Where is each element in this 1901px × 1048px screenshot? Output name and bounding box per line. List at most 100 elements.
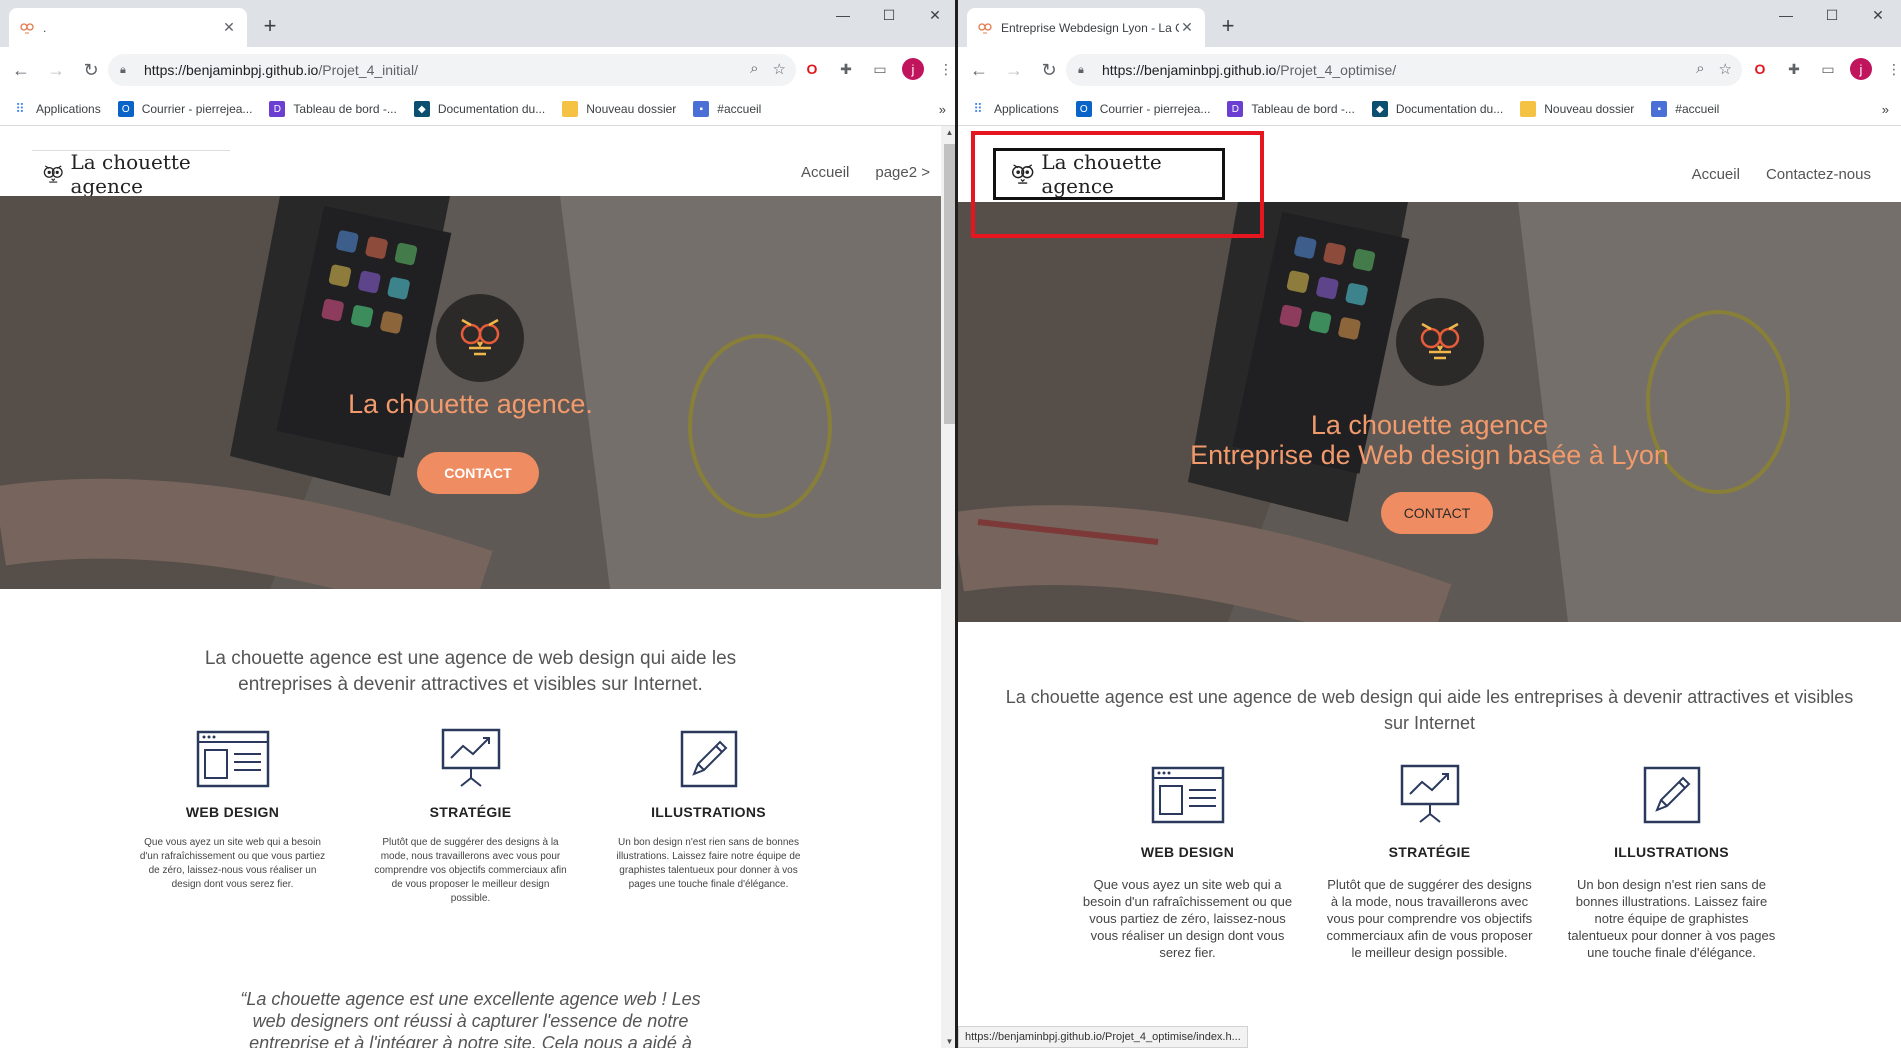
service-title: STRATÉGIE bbox=[1388, 844, 1471, 860]
owl-logo-icon bbox=[43, 165, 63, 183]
back-arrow-icon[interactable]: ← bbox=[7, 56, 35, 84]
bookmark-documentation[interactable]: ◆ Documentation du... bbox=[413, 101, 546, 117]
bookmark-documentation[interactable]: ◆ Documentation du... bbox=[1371, 101, 1503, 117]
reload-icon[interactable]: ↻ bbox=[77, 56, 105, 84]
window-controls: — ☐ ✕ bbox=[820, 0, 958, 30]
contact-button[interactable]: CONTACT bbox=[417, 452, 539, 494]
tab-title: Entreprise Webdesign Lyon - La C bbox=[1001, 20, 1179, 35]
bookmark-applications[interactable]: ⠿ Applications bbox=[970, 101, 1058, 117]
intro-text: La chouette agence est une agence de web… bbox=[1005, 687, 1854, 733]
link-status-bar: https://benjaminbpj.github.io/Projet_4_o… bbox=[958, 1026, 1248, 1048]
puzzle-extensions-icon[interactable]: ✚ bbox=[834, 57, 858, 81]
zoom-icon[interactable]: ⌕ bbox=[1696, 60, 1704, 78]
presentation-chart-icon bbox=[439, 726, 503, 788]
bookmark-tableau[interactable]: D Tableau de bord -... bbox=[1227, 101, 1355, 117]
profile-avatar[interactable]: j bbox=[902, 58, 924, 80]
bookmark-applications[interactable]: ⠿ Applications bbox=[12, 101, 100, 117]
service-web-design: WEB DESIGN Que vous ayez un site web qui… bbox=[124, 726, 342, 906]
puzzle-extensions-icon[interactable]: ✚ bbox=[1782, 57, 1806, 81]
lock-icon: 🔒︎ bbox=[120, 63, 126, 76]
url-path: /Projet_4_initial/ bbox=[318, 62, 418, 78]
service-text: Que vous ayez un site web qui a besoin d… bbox=[1082, 877, 1293, 960]
bookmark-accueil[interactable]: ▪ #accueil bbox=[1651, 101, 1719, 117]
bookmark-accueil[interactable]: ▪ #accueil bbox=[693, 101, 761, 117]
minimize-icon[interactable]: — bbox=[820, 0, 866, 30]
docs-icon: ◆ bbox=[1371, 101, 1388, 117]
forward-arrow-icon[interactable]: → bbox=[1000, 56, 1028, 84]
service-text: Plutôt que de suggérer des designs à la … bbox=[1326, 877, 1533, 960]
bookmark-nouveau-dossier[interactable]: Nouveau dossier bbox=[562, 101, 676, 117]
page-viewport: La chouette agence Accueil Contactez-nou… bbox=[958, 126, 1901, 1048]
bookmark-tableau[interactable]: D Tableau de bord -... bbox=[269, 101, 397, 117]
maximize-icon[interactable]: ☐ bbox=[866, 0, 912, 30]
dashboard-icon: D bbox=[269, 101, 286, 117]
site-nav: Accueil Contactez-nous bbox=[1666, 166, 1871, 183]
bookmark-courrier[interactable]: O Courrier - pierrejea... bbox=[1075, 101, 1210, 117]
cast-icon[interactable]: ▭ bbox=[1816, 57, 1840, 81]
nav-link-accueil[interactable]: Accueil bbox=[1692, 166, 1740, 183]
hero-owl-icon bbox=[436, 294, 524, 382]
close-window-icon[interactable]: ✕ bbox=[912, 0, 958, 30]
maximize-icon[interactable]: ☐ bbox=[1809, 0, 1855, 30]
profile-avatar[interactable]: j bbox=[1850, 58, 1872, 80]
bookmark-label: Nouveau dossier bbox=[1544, 102, 1635, 116]
hero-title: La chouette agence Entreprise de Web des… bbox=[958, 410, 1901, 470]
site-logo[interactable]: La chouette agence bbox=[32, 150, 230, 198]
scrollbar-thumb[interactable] bbox=[944, 144, 955, 424]
menu-dots-icon[interactable]: ⋮ bbox=[1882, 57, 1901, 81]
nav-link-contactez-nous[interactable]: Contactez-nous bbox=[1766, 166, 1871, 183]
hero-title: La chouette agence. bbox=[348, 389, 593, 419]
star-bookmark-icon[interactable]: ☆ bbox=[1719, 60, 1732, 78]
services-list: WEB DESIGN Que vous ayez un site web qui… bbox=[0, 726, 941, 906]
cast-icon[interactable]: ▭ bbox=[868, 57, 892, 81]
reload-icon[interactable]: ↻ bbox=[1035, 56, 1063, 84]
service-text: Un bon design n'est rien sans de bonnes … bbox=[1567, 877, 1776, 960]
hero-owl-icon bbox=[1396, 298, 1484, 386]
service-title: WEB DESIGN bbox=[185, 804, 280, 820]
nav-link-page2[interactable]: page2 > bbox=[875, 164, 930, 181]
url-path: /Projet_4_optimise/ bbox=[1276, 62, 1397, 78]
minimize-icon[interactable]: — bbox=[1763, 0, 1809, 30]
tab-title: . bbox=[43, 20, 47, 35]
contact-button[interactable]: CONTACT bbox=[1381, 492, 1493, 534]
pencil-frame-icon bbox=[1643, 762, 1701, 824]
address-bar[interactable]: 🔒︎ https://benjaminbpj.github.io/Projet_… bbox=[1066, 54, 1742, 86]
forward-arrow-icon[interactable]: → bbox=[42, 56, 70, 84]
more-bookmarks-icon[interactable]: » bbox=[939, 102, 946, 117]
site-nav: Accueil page2 > bbox=[775, 164, 930, 181]
new-tab-button[interactable]: + bbox=[1214, 12, 1242, 40]
browser-window-right: Entreprise Webdesign Lyon - La C ✕ + — ☐… bbox=[958, 0, 1901, 1048]
apps-grid-icon: ⠿ bbox=[15, 101, 25, 116]
bookmark-label: Courrier - pierrejea... bbox=[141, 102, 253, 116]
bookmark-nouveau-dossier[interactable]: Nouveau dossier bbox=[1520, 101, 1634, 117]
close-tab-icon[interactable]: ✕ bbox=[1179, 19, 1195, 36]
browser-tab[interactable]: Entreprise Webdesign Lyon - La C ✕ bbox=[967, 8, 1205, 47]
close-window-icon[interactable]: ✕ bbox=[1855, 0, 1901, 30]
bookmark-label: Documentation du... bbox=[437, 102, 546, 116]
back-arrow-icon[interactable]: ← bbox=[965, 56, 993, 84]
extensions-area: O ✚ ▭ j ⋮ bbox=[800, 57, 958, 81]
browser-toolbar: ← → ↻ 🔒︎ https://benjaminbpj.github.io/P… bbox=[0, 47, 958, 93]
close-tab-icon[interactable]: ✕ bbox=[221, 19, 237, 36]
service-strategie: STRATÉGIE Plutôt que de suggérer des des… bbox=[1319, 762, 1541, 961]
extensions-area: O ✚ ▭ j ⋮ bbox=[1748, 57, 1901, 81]
tab-bar: Entreprise Webdesign Lyon - La C ✕ + — ☐… bbox=[958, 0, 1901, 47]
docs-icon: ◆ bbox=[413, 101, 430, 117]
service-text: Un bon design n'est rien sans de bonnes … bbox=[616, 837, 801, 890]
star-bookmark-icon[interactable]: ☆ bbox=[773, 60, 786, 78]
opera-extension-icon[interactable]: O bbox=[1748, 57, 1772, 81]
service-illustrations: ILLUSTRATIONS Un bon design n'est rien s… bbox=[600, 726, 818, 906]
bookmark-courrier[interactable]: O Courrier - pierrejea... bbox=[117, 101, 253, 117]
nav-link-accueil[interactable]: Accueil bbox=[801, 164, 849, 181]
browser-tab[interactable]: . ✕ bbox=[9, 8, 247, 47]
zoom-icon[interactable]: ⌕ bbox=[750, 60, 758, 78]
more-bookmarks-icon[interactable]: » bbox=[1882, 102, 1889, 117]
opera-extension-icon[interactable]: O bbox=[800, 57, 824, 81]
url-host: https://benjaminbpj.github.io bbox=[1102, 62, 1277, 78]
service-title: ILLUSTRATIONS bbox=[1614, 844, 1729, 860]
outlook-icon: O bbox=[1075, 101, 1092, 117]
new-tab-button[interactable]: + bbox=[256, 12, 284, 40]
url-host: https://benjaminbpj.github.io bbox=[144, 62, 319, 78]
browser-toolbar: ← → ↻ 🔒︎ https://benjaminbpj.github.io/P… bbox=[958, 47, 1901, 93]
address-bar[interactable]: 🔒︎ https://benjaminbpj.github.io/Projet_… bbox=[108, 54, 796, 86]
